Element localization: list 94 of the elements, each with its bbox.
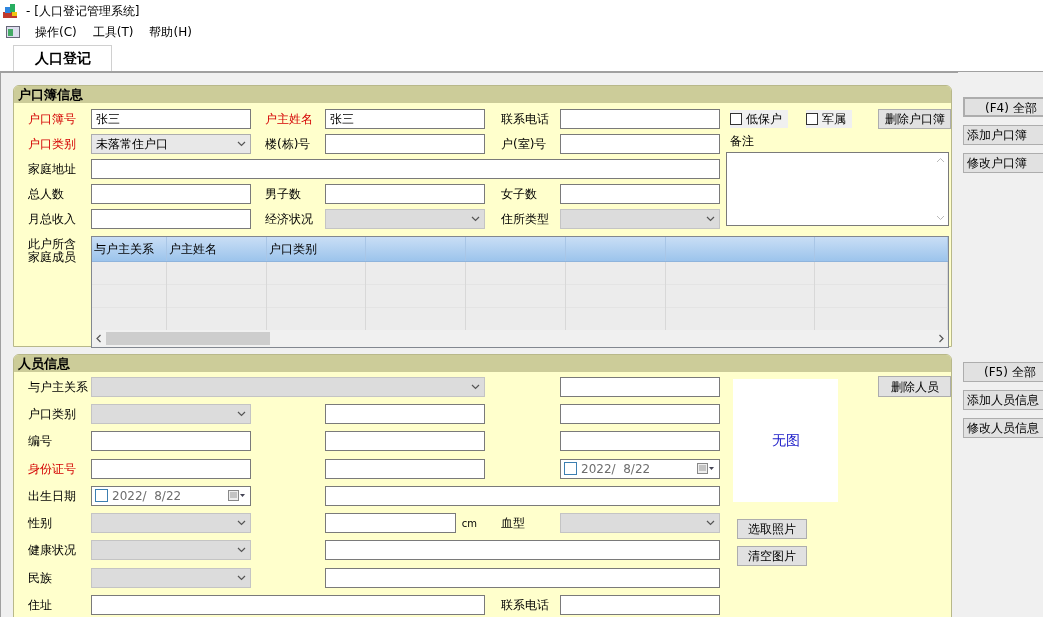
notes-label: 备注 [729, 133, 755, 150]
input-field[interactable] [91, 208, 251, 229]
chevron-down-icon [706, 520, 715, 527]
chevron-down-icon [237, 140, 246, 147]
menu-item[interactable]: 工具(T) [91, 23, 135, 41]
input-field[interactable] [560, 431, 720, 452]
input-field[interactable] [91, 458, 251, 479]
input-field[interactable] [560, 595, 720, 615]
input-field[interactable] [325, 183, 485, 204]
no-image-text: 无图 [771, 431, 800, 450]
input-field[interactable] [325, 458, 485, 479]
input-field[interactable] [91, 158, 720, 179]
field-label: 民族 [28, 570, 52, 585]
app-icon [2, 3, 18, 19]
field-label: 身份证号 [28, 461, 76, 476]
field-label: 编号 [28, 434, 52, 449]
section-title: 人员信息 [14, 355, 951, 372]
calendar-icon[interactable] [228, 490, 246, 502]
chevron-down-icon [471, 215, 480, 222]
field-label: 联系电话 [501, 598, 549, 612]
button[interactable]: 删除人员 [878, 376, 951, 397]
checkbox[interactable]: 低保户 [730, 109, 788, 128]
unit-label: cm [461, 516, 478, 531]
scrollbar-thumb[interactable] [106, 332, 270, 345]
field-label: 血型 [501, 516, 525, 531]
input-field[interactable] [325, 133, 485, 154]
calendar-icon[interactable] [697, 463, 715, 475]
chevron-down-icon [237, 520, 246, 527]
field-label: 出生日期 [28, 488, 76, 503]
input-field[interactable] [91, 183, 251, 204]
input-field[interactable] [325, 540, 720, 561]
field-label: 住址 [28, 598, 52, 612]
button[interactable]: 修改人员信息 [963, 418, 1043, 438]
field-label: 户口簿号 [28, 111, 76, 126]
button[interactable]: 添加人员信息 [963, 390, 1043, 410]
input-field[interactable] [560, 133, 720, 154]
field-label: 户口类别 [28, 136, 76, 151]
window-title: - [人口登记管理系统] [26, 3, 140, 20]
input-field[interactable] [560, 376, 720, 397]
button[interactable]: (F5) 全部 [963, 362, 1043, 382]
field-label: 户(室)号 [501, 136, 547, 151]
button[interactable]: 删除户口簿 [878, 109, 951, 129]
button[interactable]: 修改户口簿 [963, 153, 1043, 173]
field-label: 总人数 [28, 186, 64, 201]
field-label: 与户主关系 [28, 379, 88, 394]
chevron-down-icon [706, 215, 715, 222]
input-field[interactable] [91, 595, 485, 615]
input-field[interactable] [325, 485, 720, 506]
menu-item[interactable]: 帮助(H) [148, 23, 193, 41]
date-picker[interactable]: 2022/ 8/22 [560, 458, 720, 479]
members-label: 此户所含家庭成员 [28, 236, 77, 266]
chevron-down-icon [471, 383, 480, 390]
input-field[interactable] [325, 567, 720, 588]
field-label: 月总收入 [28, 211, 76, 226]
input-field[interactable] [325, 513, 456, 534]
field-label: 性别 [28, 516, 52, 531]
column-header[interactable]: 户口类别 [266, 237, 367, 261]
button[interactable]: 清空图片 [737, 546, 807, 566]
dropdown[interactable]: 未落常住户口 [91, 133, 251, 154]
chevron-down-icon [237, 574, 246, 581]
column-header[interactable]: 户主姓名 [166, 237, 267, 261]
field-label: 联系电话 [501, 111, 549, 126]
input-field[interactable] [560, 183, 720, 204]
menu-item[interactable]: 操作(C) [34, 23, 78, 41]
chevron-down-icon [237, 547, 246, 554]
field-label: 女子数 [501, 186, 537, 201]
field-label: 经济状况 [265, 211, 313, 226]
section-title: 户口簿信息 [14, 86, 951, 103]
field-label: 户主姓名 [265, 111, 313, 126]
photo-frame[interactable]: 无图 [733, 379, 838, 502]
field-label: 住所类型 [501, 211, 549, 226]
checkbox[interactable]: 军属 [806, 109, 852, 128]
button[interactable]: (F4) 全部 [963, 97, 1043, 117]
input-field[interactable] [325, 403, 485, 424]
date-picker[interactable]: 2022/ 8/22 [91, 485, 251, 506]
tab[interactable]: 人口登记 [13, 45, 112, 71]
field-label: 家庭地址 [28, 161, 76, 176]
field-label: 男子数 [265, 186, 301, 201]
button[interactable]: 选取照片 [737, 519, 807, 539]
scroll-left-icon[interactable] [95, 334, 102, 343]
input-field[interactable] [560, 108, 720, 129]
window-menu-icon[interactable] [6, 26, 20, 38]
input-field[interactable] [91, 431, 251, 452]
scroll-right-icon[interactable] [938, 334, 945, 343]
field-label: 楼(栋)号 [265, 136, 311, 151]
input-field[interactable]: 张三 [91, 108, 251, 129]
button[interactable]: 添加户口簿 [963, 125, 1043, 145]
input-field[interactable] [560, 403, 720, 424]
input-field[interactable] [325, 431, 485, 452]
input-field[interactable]: 张三 [325, 108, 485, 129]
chevron-down-icon [237, 410, 246, 417]
field-label: 户口类别 [28, 406, 76, 421]
field-label: 健康状况 [28, 543, 76, 558]
column-header[interactable]: 与户主关系 [92, 237, 167, 261]
